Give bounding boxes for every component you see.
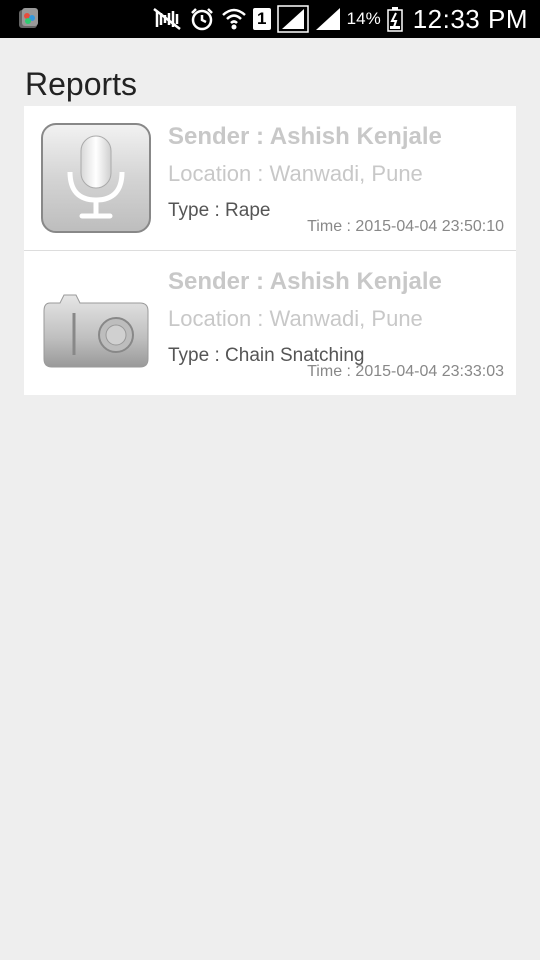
report-type: Type : Rape	[168, 200, 271, 221]
page-title: Reports	[25, 66, 138, 102]
signal-icon	[315, 7, 341, 31]
battery-icon	[386, 6, 403, 32]
report-item[interactable]: Sender : Ashish Kenjale Location : Wanwa…	[24, 250, 516, 395]
report-time: Time : 2015-04-04 23:50:10	[307, 218, 504, 235]
report-time: Time : 2015-04-04 23:33:03	[307, 363, 504, 380]
microphone-icon	[40, 122, 152, 234]
battery-percent: 14%	[346, 9, 381, 28]
mute-icon	[151, 7, 183, 31]
alarm-icon	[189, 6, 215, 32]
report-list: Sender : Ashish Kenjale Location : Wanwa…	[24, 106, 516, 395]
signal-icon	[276, 5, 309, 33]
gallery-app-icon	[16, 6, 42, 32]
camera-icon	[40, 267, 152, 379]
report-sender: Sender : Ashish Kenjale	[168, 123, 442, 150]
status-clock: 12:33 PM	[412, 3, 528, 34]
report-location: Location : Wanwadi, Pune	[168, 306, 423, 331]
report-item[interactable]: Sender : Ashish Kenjale Location : Wanwa…	[24, 106, 516, 250]
sim-1-icon: 1	[252, 8, 271, 30]
wifi-icon	[221, 7, 247, 31]
report-sender: Sender : Ashish Kenjale	[168, 268, 442, 295]
report-location: Location : Wanwadi, Pune	[168, 161, 423, 186]
status-bar: 1 14% 12:33 PM	[0, 0, 540, 38]
